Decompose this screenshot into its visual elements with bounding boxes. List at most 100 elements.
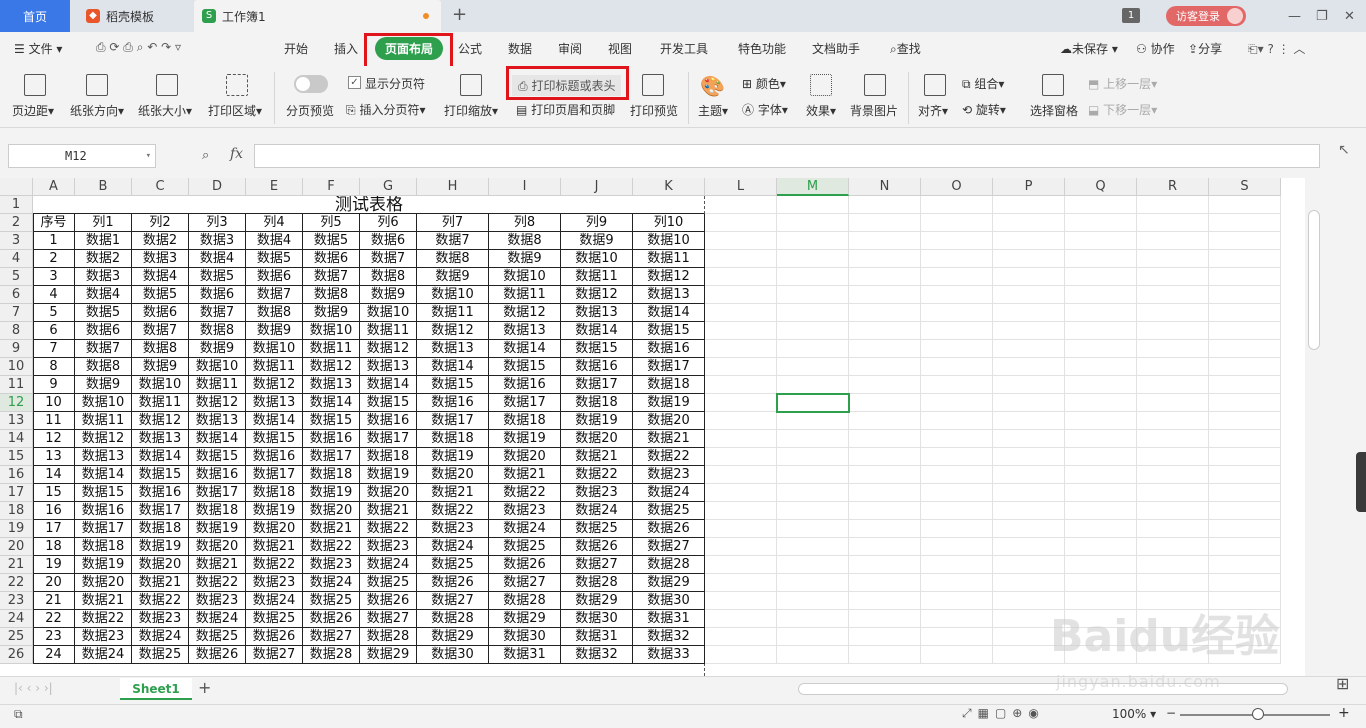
table-cell[interactable]: 数据24 bbox=[561, 502, 633, 520]
table-cell[interactable]: 10 bbox=[33, 394, 75, 412]
table-cell[interactable]: 数据16 bbox=[360, 412, 417, 430]
empty-cell[interactable] bbox=[849, 556, 921, 574]
insert-break-button[interactable]: ⎘ 插入分页符▾ bbox=[346, 101, 425, 118]
table-cell[interactable]: 数据20 bbox=[303, 502, 360, 520]
column-header[interactable]: Q bbox=[1065, 178, 1137, 196]
table-cell[interactable]: 数据25 bbox=[246, 610, 303, 628]
table-header-cell[interactable]: 列4 bbox=[246, 214, 303, 232]
table-cell[interactable]: 数据26 bbox=[246, 628, 303, 646]
table-cell[interactable]: 数据11 bbox=[132, 394, 189, 412]
table-cell[interactable]: 数据15 bbox=[75, 484, 132, 502]
table-cell[interactable]: 数据27 bbox=[633, 538, 705, 556]
empty-cell[interactable] bbox=[1137, 250, 1209, 268]
unsaved-button[interactable]: ☁未保存 ▾ bbox=[1060, 40, 1118, 57]
empty-cell[interactable] bbox=[1065, 196, 1137, 214]
empty-cell[interactable] bbox=[1209, 250, 1281, 268]
zoom-slider-knob[interactable] bbox=[1252, 708, 1264, 720]
table-cell[interactable]: 数据22 bbox=[246, 556, 303, 574]
table-cell[interactable]: 数据7 bbox=[189, 304, 246, 322]
orientation-button[interactable]: 纸张方向▾ bbox=[70, 102, 124, 119]
table-cell[interactable]: 数据15 bbox=[489, 358, 561, 376]
row-header[interactable]: 17 bbox=[0, 484, 33, 502]
table-cell[interactable]: 数据18 bbox=[303, 466, 360, 484]
empty-cell[interactable] bbox=[777, 196, 849, 214]
table-cell[interactable]: 19 bbox=[33, 556, 75, 574]
table-cell[interactable]: 数据13 bbox=[360, 358, 417, 376]
column-header[interactable]: N bbox=[849, 178, 921, 196]
table-cell[interactable]: 数据9 bbox=[75, 376, 132, 394]
empty-cell[interactable] bbox=[921, 520, 993, 538]
table-cell[interactable]: 数据8 bbox=[303, 286, 360, 304]
add-sheet-button[interactable]: + bbox=[198, 678, 211, 697]
column-header[interactable]: P bbox=[993, 178, 1065, 196]
fx-button[interactable]: fx bbox=[230, 146, 243, 162]
theme-button[interactable]: 主题▾ bbox=[698, 102, 728, 119]
empty-cell[interactable] bbox=[1209, 232, 1281, 250]
empty-cell[interactable] bbox=[993, 214, 1065, 232]
empty-cell[interactable] bbox=[921, 358, 993, 376]
table-cell[interactable]: 12 bbox=[33, 430, 75, 448]
table-cell[interactable]: 数据7 bbox=[417, 232, 489, 250]
table-cell[interactable]: 数据28 bbox=[417, 610, 489, 628]
table-cell[interactable]: 数据24 bbox=[303, 574, 360, 592]
background-image-button[interactable]: 背景图片 bbox=[850, 102, 898, 119]
collab-button[interactable]: ⚇ 协作 bbox=[1136, 40, 1175, 57]
table-cell[interactable]: 数据13 bbox=[633, 286, 705, 304]
table-cell[interactable]: 数据15 bbox=[132, 466, 189, 484]
empty-cell[interactable] bbox=[849, 430, 921, 448]
table-cell[interactable]: 数据5 bbox=[75, 304, 132, 322]
table-cell[interactable]: 数据10 bbox=[189, 358, 246, 376]
empty-cell[interactable] bbox=[777, 610, 849, 628]
table-cell[interactable]: 11 bbox=[33, 412, 75, 430]
empty-cell[interactable] bbox=[705, 448, 777, 466]
table-cell[interactable]: 数据27 bbox=[246, 646, 303, 664]
empty-cell[interactable] bbox=[993, 268, 1065, 286]
table-cell[interactable]: 数据15 bbox=[189, 448, 246, 466]
table-cell[interactable]: 数据21 bbox=[360, 502, 417, 520]
table-cell[interactable]: 数据12 bbox=[75, 430, 132, 448]
table-cell[interactable]: 数据10 bbox=[561, 250, 633, 268]
empty-cell[interactable] bbox=[921, 538, 993, 556]
table-cell[interactable]: 数据11 bbox=[489, 286, 561, 304]
empty-cell[interactable] bbox=[777, 574, 849, 592]
table-cell[interactable]: 数据19 bbox=[246, 502, 303, 520]
empty-cell[interactable] bbox=[705, 484, 777, 502]
search-button[interactable]: ⌕查找 bbox=[890, 40, 921, 57]
empty-cell[interactable] bbox=[705, 286, 777, 304]
empty-cell[interactable] bbox=[849, 484, 921, 502]
table-cell[interactable]: 数据13 bbox=[561, 304, 633, 322]
empty-cell[interactable] bbox=[1065, 448, 1137, 466]
row-header[interactable]: 21 bbox=[0, 556, 33, 574]
empty-cell[interactable] bbox=[849, 358, 921, 376]
window-count-badge[interactable]: 1 bbox=[1122, 8, 1140, 23]
sheet-nav-arrows[interactable]: |‹ ‹ › ›| bbox=[14, 681, 53, 695]
table-cell[interactable]: 数据20 bbox=[75, 574, 132, 592]
table-cell[interactable]: 数据22 bbox=[561, 466, 633, 484]
empty-cell[interactable] bbox=[921, 574, 993, 592]
table-cell[interactable]: 数据3 bbox=[189, 232, 246, 250]
empty-cell[interactable] bbox=[849, 196, 921, 214]
table-header-cell[interactable]: 列3 bbox=[189, 214, 246, 232]
table-cell[interactable]: 数据19 bbox=[132, 538, 189, 556]
table-cell[interactable]: 数据20 bbox=[360, 484, 417, 502]
table-cell[interactable]: 数据24 bbox=[132, 628, 189, 646]
table-cell[interactable]: 数据22 bbox=[132, 592, 189, 610]
table-cell[interactable]: 数据11 bbox=[189, 376, 246, 394]
table-cell[interactable]: 数据21 bbox=[246, 538, 303, 556]
table-cell[interactable]: 数据31 bbox=[489, 646, 561, 664]
table-cell[interactable]: 数据13 bbox=[303, 376, 360, 394]
table-cell[interactable]: 数据17 bbox=[132, 502, 189, 520]
empty-cell[interactable] bbox=[921, 286, 993, 304]
empty-cell[interactable] bbox=[993, 322, 1065, 340]
table-cell[interactable]: 数据18 bbox=[561, 394, 633, 412]
empty-cell[interactable] bbox=[849, 628, 921, 646]
formula-input[interactable] bbox=[254, 144, 1320, 168]
empty-cell[interactable] bbox=[921, 430, 993, 448]
print-area-button[interactable]: 打印区域▾ bbox=[208, 102, 262, 119]
empty-cell[interactable] bbox=[1137, 304, 1209, 322]
sheet-tab-sheet1[interactable]: Sheet1 bbox=[120, 678, 192, 700]
empty-cell[interactable] bbox=[1137, 538, 1209, 556]
table-cell[interactable]: 数据16 bbox=[561, 358, 633, 376]
table-cell[interactable]: 数据18 bbox=[132, 520, 189, 538]
table-cell[interactable]: 数据14 bbox=[360, 376, 417, 394]
